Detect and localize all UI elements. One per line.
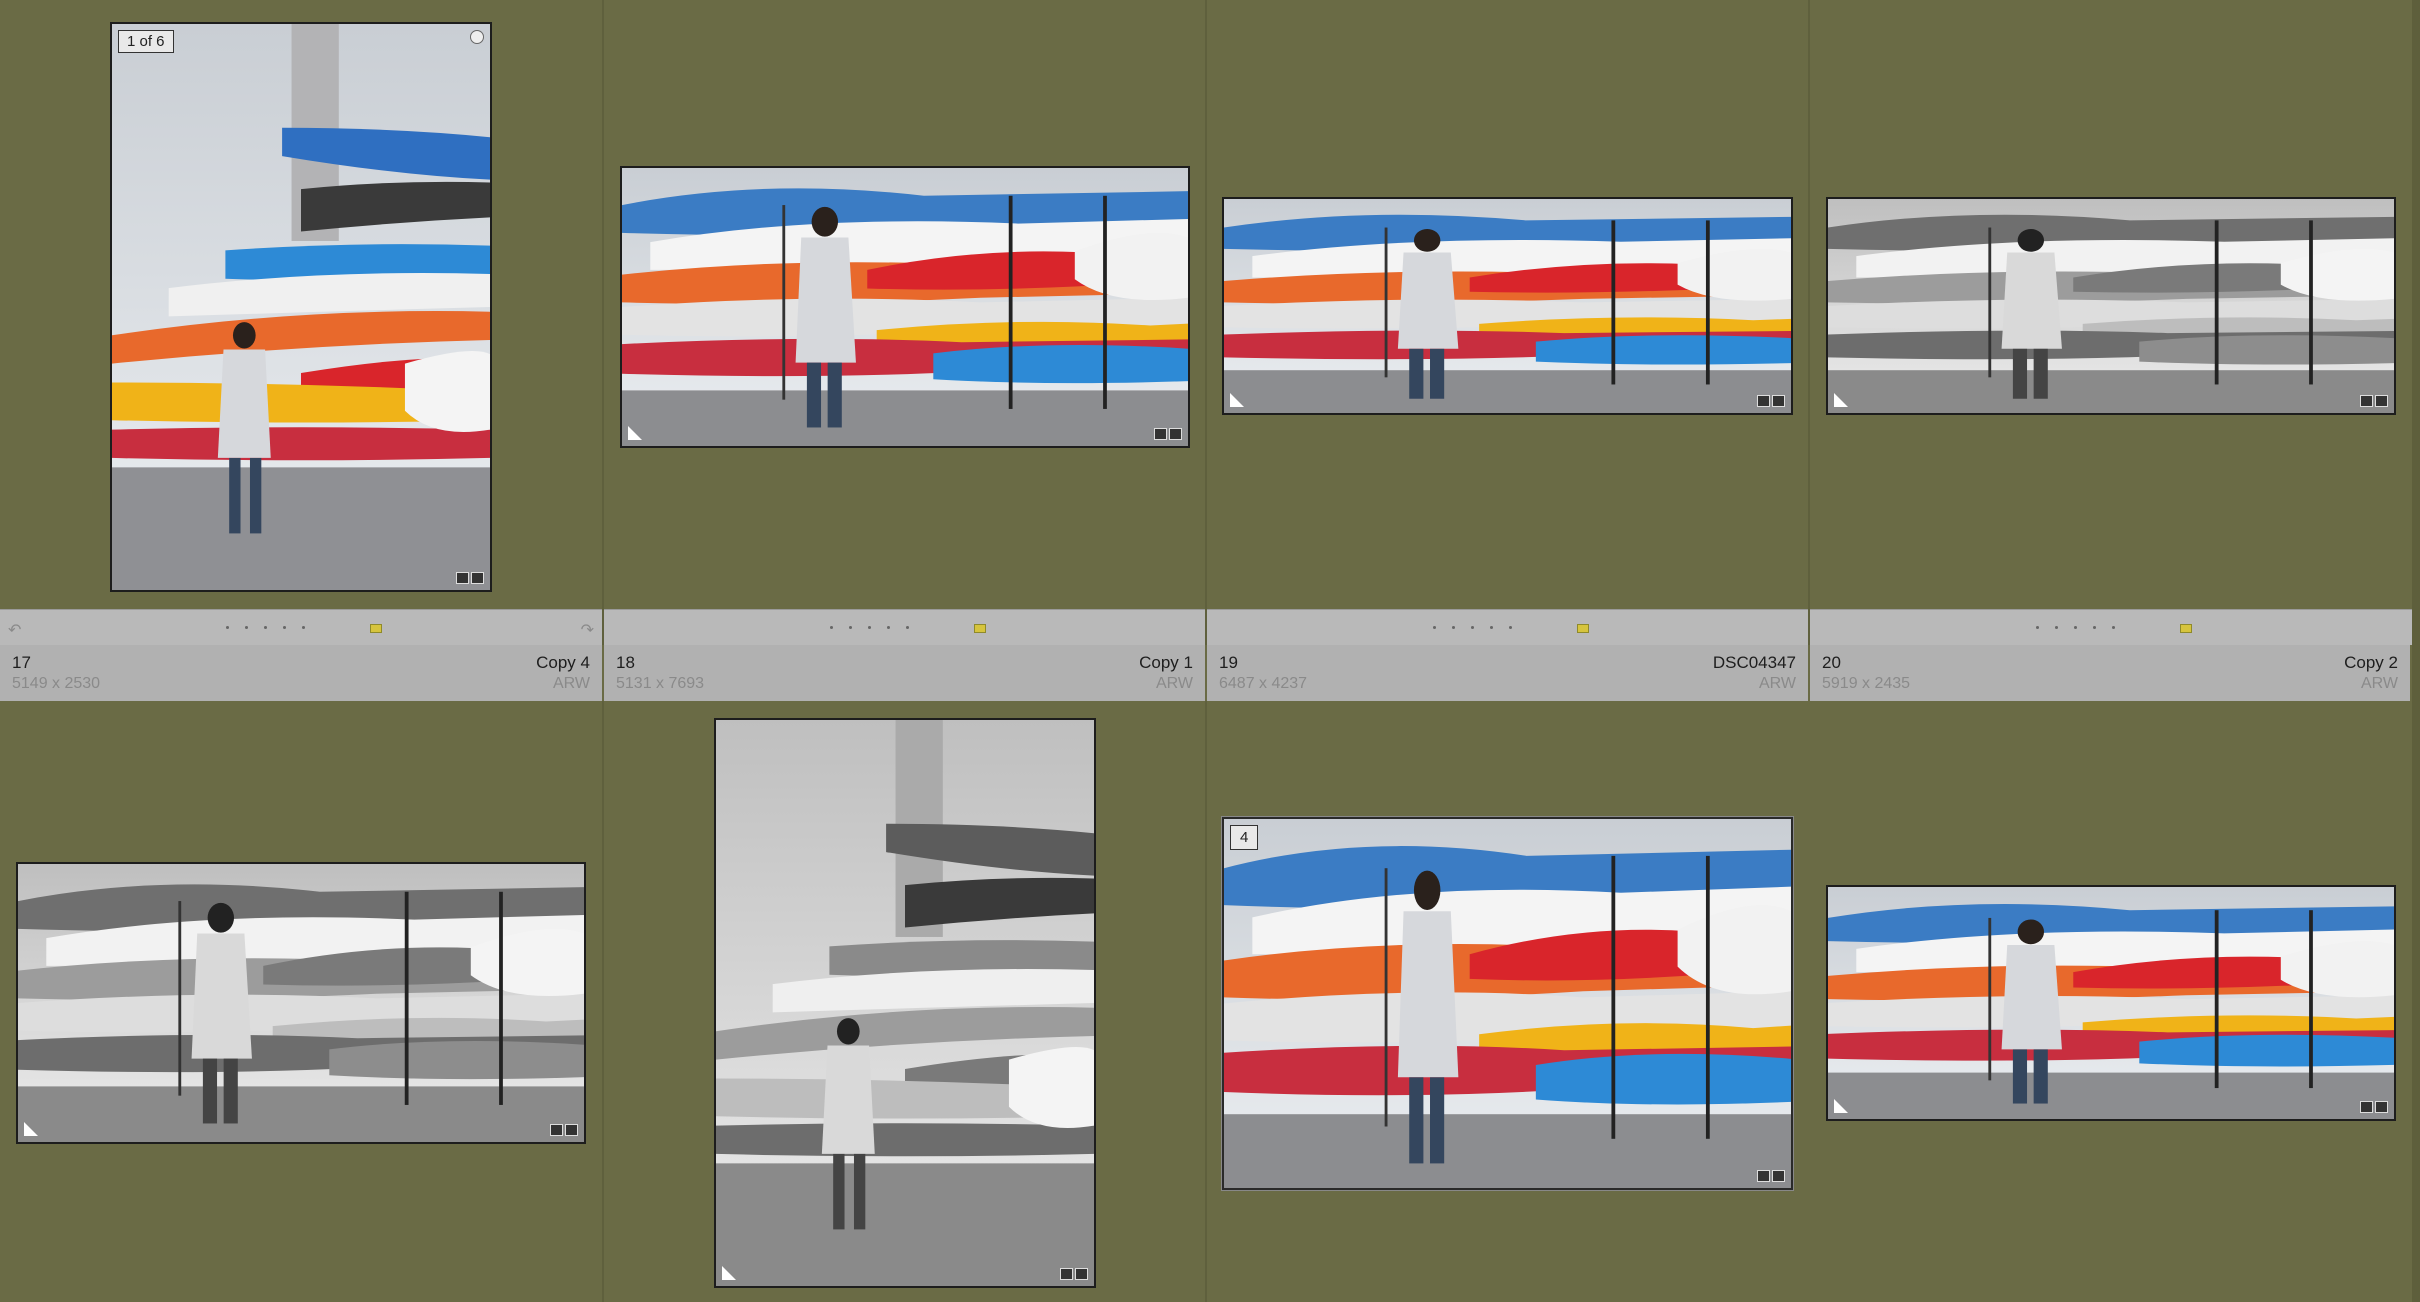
- thumbnail-21[interactable]: [16, 862, 586, 1144]
- star-rating[interactable]: [226, 626, 305, 629]
- star-rating[interactable]: [2036, 626, 2115, 629]
- photo-index: 19: [1219, 653, 1238, 672]
- badge-corner-icon[interactable]: [628, 426, 642, 440]
- photo-image: [18, 864, 584, 1142]
- rating-bar[interactable]: ↶ ↷: [0, 609, 602, 645]
- selection-number-badge: 4: [1230, 825, 1259, 850]
- scrollbar[interactable]: [2412, 0, 2420, 1302]
- photo-name: DSC04347: [1712, 653, 1796, 672]
- edit-badge-icon[interactable]: [550, 1124, 578, 1136]
- photo-image: [1828, 887, 2394, 1119]
- star-rating[interactable]: [830, 626, 909, 629]
- photo-dimensions: 5149 x 2530: [12, 675, 101, 692]
- edit-badge-icon[interactable]: [1154, 428, 1182, 440]
- column-divider: [1808, 0, 1810, 700]
- color-label-icon[interactable]: [2180, 624, 2192, 633]
- photo-image: [1224, 819, 1791, 1188]
- color-label-icon[interactable]: [370, 624, 382, 633]
- photo-name: Copy 2: [2344, 653, 2398, 672]
- edit-badge-icon[interactable]: [2360, 1101, 2388, 1113]
- thumbnail-24[interactable]: [1826, 885, 2396, 1121]
- metadata-bar: 19 6487 x 4237 DSC04347 ARW: [1207, 645, 1810, 701]
- photo-index: 20: [1822, 653, 1841, 672]
- photo-format: ARW: [552, 675, 590, 692]
- edit-badge-icon[interactable]: [1757, 1170, 1785, 1182]
- thumbnail-17[interactable]: 1 of 6: [110, 22, 492, 592]
- stack-count-badge[interactable]: 1 of 6: [118, 30, 174, 53]
- rating-bar[interactable]: [1207, 609, 1808, 645]
- badge-corner-icon[interactable]: [1834, 393, 1848, 407]
- thumbnail-22[interactable]: [714, 718, 1096, 1288]
- photo-index: 17: [12, 653, 31, 672]
- color-label-icon[interactable]: [974, 624, 986, 633]
- photo-name: Copy 4: [536, 653, 590, 672]
- photo-image: [1224, 199, 1791, 413]
- badge-corner-icon[interactable]: [722, 1266, 736, 1280]
- photo-index: 18: [616, 653, 635, 672]
- color-label-icon[interactable]: [1577, 624, 1589, 633]
- photo-dimensions: 5131 x 7693: [616, 675, 705, 692]
- photo-format: ARW: [1155, 675, 1193, 692]
- metadata-bar: 17 5149 x 2530 Copy 4 ARW: [0, 645, 604, 701]
- thumbnail-18[interactable]: [620, 166, 1190, 448]
- photo-dimensions: 5919 x 2435: [1822, 675, 1911, 692]
- rotate-left-icon[interactable]: ↶: [8, 620, 21, 640]
- metadata-bar: 20 5919 x 2435 Copy 2 ARW: [1810, 645, 2412, 701]
- rotate-right-icon[interactable]: ↷: [581, 620, 594, 640]
- thumbnail-23[interactable]: 4: [1222, 817, 1793, 1190]
- metadata-bar: 18 5131 x 7693 Copy 1 ARW: [604, 645, 1207, 701]
- photo-image: [1828, 199, 2394, 413]
- star-rating[interactable]: [1433, 626, 1512, 629]
- badge-corner-icon[interactable]: [24, 1122, 38, 1136]
- thumbnail-19[interactable]: [1222, 197, 1793, 415]
- photo-image: [112, 24, 490, 590]
- rating-bar[interactable]: [604, 609, 1205, 645]
- photo-format: ARW: [2360, 675, 2398, 692]
- edit-badge-icon[interactable]: [1757, 395, 1785, 407]
- photo-dimensions: 6487 x 4237: [1219, 675, 1308, 692]
- photo-image: [622, 168, 1188, 446]
- edit-badge-icon[interactable]: [2360, 395, 2388, 407]
- edit-badge-icon[interactable]: [456, 572, 484, 584]
- rating-bar[interactable]: [1810, 609, 2412, 645]
- badge-corner-icon[interactable]: [1230, 393, 1244, 407]
- photo-name: Copy 1: [1139, 653, 1193, 672]
- thumbnail-20[interactable]: [1826, 197, 2396, 415]
- edit-badge-icon[interactable]: [1060, 1268, 1088, 1280]
- photo-image: [716, 720, 1094, 1286]
- photo-format: ARW: [1758, 675, 1796, 692]
- pick-flag-icon[interactable]: [470, 30, 484, 44]
- badge-corner-icon[interactable]: [1834, 1099, 1848, 1113]
